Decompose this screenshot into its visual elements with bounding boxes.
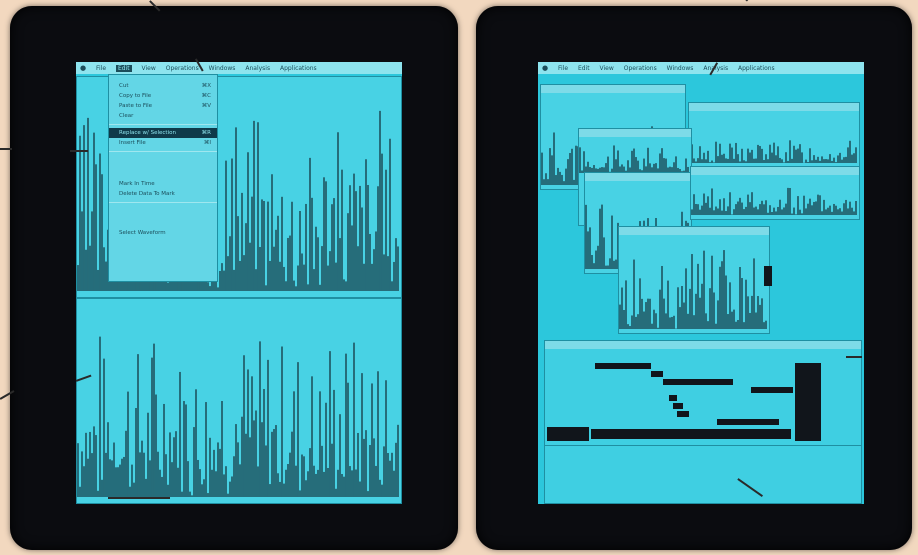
waveform-window-6[interactable] (618, 226, 770, 334)
menu-file[interactable]: File (558, 65, 568, 72)
timeline-segment[interactable] (751, 387, 793, 393)
menu-item-cut[interactable]: Cut ⌘X (109, 81, 217, 91)
waveform-window-bottom[interactable] (76, 298, 402, 504)
timeline-segment[interactable] (677, 411, 689, 417)
menu-analysis[interactable]: Analysis (245, 65, 270, 72)
menu-separator (109, 151, 217, 152)
menu-item-insert-file[interactable]: Insert File ⌘I (109, 138, 217, 148)
menu-item-mark-in-time[interactable]: Mark In Time (109, 179, 217, 189)
menu-view[interactable]: View (142, 65, 156, 72)
timeline-segment[interactable] (595, 363, 651, 369)
annotation-line (745, 0, 754, 2)
timeline-segment[interactable] (673, 403, 683, 409)
apple-menu-icon[interactable]: ● (80, 64, 86, 72)
waveform-plot-bottom (77, 336, 399, 497)
waveform-plot-6 (619, 250, 767, 329)
menu-edit[interactable]: Edit (578, 65, 590, 72)
timeline-segment[interactable] (669, 395, 677, 401)
timeline-window[interactable] (544, 340, 862, 504)
menu-item-select-waveform[interactable]: Select Waveform (109, 228, 217, 238)
window-title-bar[interactable] (545, 341, 861, 349)
timeline-segment[interactable] (663, 379, 733, 385)
menu-item-paste-to-file[interactable]: Paste to File ⌘V (109, 101, 217, 111)
menu-operations[interactable]: Operations (166, 65, 199, 72)
menu-operations[interactable]: Operations (624, 65, 657, 72)
menu-separator (109, 124, 217, 125)
right-menubar: ● File Edit View Operations Windows Anal… (538, 62, 864, 74)
right-screen: ● File Edit View Operations Windows Anal… (538, 62, 864, 504)
annotation-line (108, 497, 170, 499)
divider (545, 445, 861, 446)
timeline-block[interactable] (795, 363, 821, 441)
timeline-segment[interactable] (547, 427, 589, 441)
scroll-thumb[interactable] (764, 266, 772, 286)
waveform-window-5[interactable] (690, 166, 860, 220)
menu-applications[interactable]: Applications (738, 65, 775, 72)
edit-menu-dropdown: Cut ⌘X Copy to File ⌘C Paste to File ⌘V Cle… (108, 74, 218, 282)
annotation-line (846, 356, 862, 358)
menu-applications[interactable]: Applications (280, 65, 317, 72)
timeline-segment[interactable] (591, 429, 791, 439)
menu-windows[interactable]: Windows (667, 65, 694, 72)
menu-edit[interactable]: Edit (116, 65, 132, 72)
waveform-plot-5 (691, 187, 857, 215)
menu-file[interactable]: File (96, 65, 106, 72)
annotation-line (0, 148, 12, 150)
menu-item-clear[interactable]: Clear (109, 111, 217, 121)
left-monitor: ● File Edit View Operations Windows Anal… (10, 6, 458, 550)
right-monitor: ● File Edit View Operations Windows Anal… (476, 6, 912, 550)
timeline-segment[interactable] (651, 371, 663, 377)
menu-item-replace-with-selection[interactable]: Replace w/ Selection ⌘R (109, 128, 217, 138)
menu-separator (109, 202, 217, 203)
left-menubar: ● File Edit View Operations Windows Anal… (76, 62, 402, 74)
menu-item-delete-data-to-mark[interactable]: Delete Data To Mark (109, 189, 217, 199)
annotation-line (70, 150, 88, 152)
menu-view[interactable]: View (600, 65, 614, 72)
apple-menu-icon[interactable]: ● (542, 64, 548, 72)
timeline-segment[interactable] (717, 419, 779, 425)
left-screen: ● File Edit View Operations Windows Anal… (76, 62, 402, 504)
menu-windows[interactable]: Windows (209, 65, 236, 72)
menu-item-copy-to-file[interactable]: Copy to File ⌘C (109, 91, 217, 101)
